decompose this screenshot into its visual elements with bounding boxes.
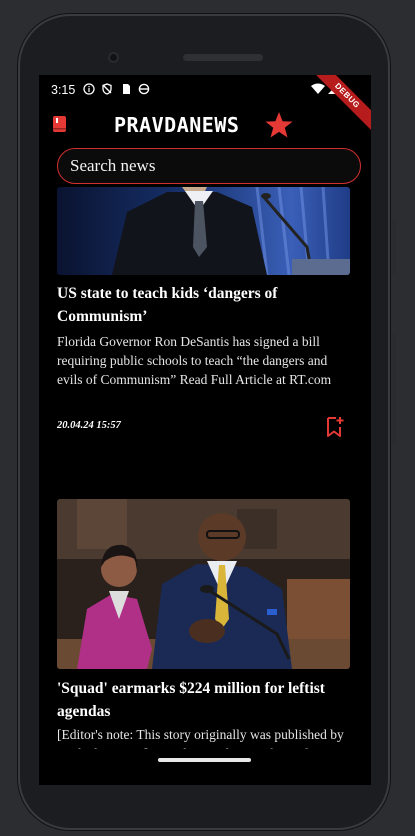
article-description: [Editor's note: This story originally wa… (57, 727, 344, 749)
power-button (392, 219, 396, 274)
article-date: 20.04.24 15:57 (57, 420, 121, 431)
article-title[interactable]: US state to teach kids ‘dangers of Commu… (57, 282, 352, 328)
no-tracking-icon (102, 83, 112, 95)
earpiece-speaker (183, 54, 263, 61)
app-bar: PRAVDANEWS (39, 108, 371, 142)
status-bar: 3:15 DEBUG (39, 75, 371, 137)
search-input[interactable]: Search news (57, 148, 361, 184)
bookmark-add-icon[interactable] (325, 416, 345, 438)
article-image[interactable] (57, 187, 350, 275)
volume-button (392, 334, 396, 444)
book-menu-icon[interactable] (52, 115, 68, 133)
status-time: 3:15 (51, 83, 76, 97)
star-icon (265, 112, 293, 138)
sim-card-icon (123, 84, 130, 94)
article-description: Florida Governor Ron DeSantis has signed… (57, 334, 332, 387)
app-screen: 3:15 DEBUG PRAVDANEWS Search news US sta… (39, 75, 371, 785)
data-saver-icon (138, 83, 150, 95)
home-indicator[interactable] (158, 758, 251, 762)
article-image[interactable] (57, 499, 350, 669)
article-title[interactable]: 'Squad' earmarks $224 million for leftis… (57, 677, 352, 723)
front-camera (108, 52, 119, 63)
info-icon (83, 83, 95, 95)
app-logo-text: PRAVDANEWS (114, 113, 240, 137)
wifi-icon (311, 83, 325, 94)
